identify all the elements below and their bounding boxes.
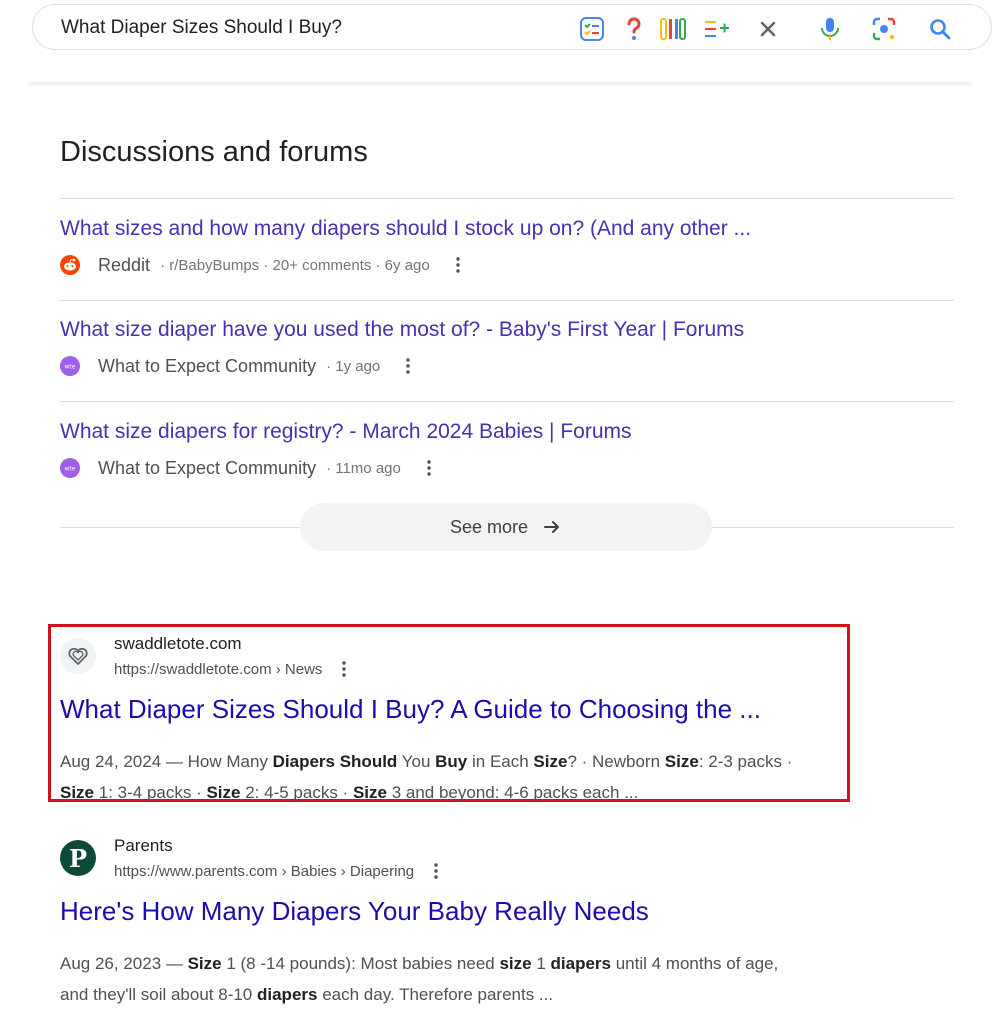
close-icon[interactable] xyxy=(755,16,781,42)
search-input[interactable] xyxy=(61,15,541,41)
snippet-keyword: Size xyxy=(60,783,95,802)
snippet-text: Aug 26, 2023 — xyxy=(60,954,188,973)
snippet-keyword: diapers xyxy=(550,954,611,973)
section-title: Discussions and forums xyxy=(60,136,368,168)
snippet-line: and they'll soil about 8-10 diapers each… xyxy=(60,979,860,1010)
site-name: Parents xyxy=(114,836,173,855)
snippet-text: 1: 3-4 packs · xyxy=(94,783,207,802)
snippet-text: in Each xyxy=(467,752,534,771)
site-url-text: https://www.parents.com › Babies › Diape… xyxy=(114,862,415,880)
forum-meta: wte What to Expect Community · 11mo ago xyxy=(60,456,437,480)
search-result: P Parents https://www.parents.com › Babi… xyxy=(60,836,960,1004)
snippet-keyword: Diapers Should xyxy=(272,752,398,771)
snippet-text: 1 (8 -14 pounds): Most babies need xyxy=(221,954,500,973)
snippet-text: each day. Therefore parents ... xyxy=(317,985,554,1004)
snippet-keyword: Size xyxy=(664,752,699,771)
result-snippet: Aug 24, 2024 — How Many Diapers Should Y… xyxy=(60,746,860,808)
compare-icon[interactable] xyxy=(659,16,686,42)
search-icon[interactable] xyxy=(927,16,953,42)
result-snippet: Aug 26, 2023 — Size 1 (8 -14 pounds): Mo… xyxy=(60,948,860,1010)
source-meta: · 1y ago xyxy=(326,357,381,375)
more-options-icon[interactable] xyxy=(421,457,437,479)
parents-logo-icon: P xyxy=(60,840,96,876)
what-to-expect-icon: wte xyxy=(60,356,80,376)
forum-item: What size diaper have you used the most … xyxy=(60,318,954,408)
snippet-keyword: Size xyxy=(187,954,222,973)
snippet-keyword: diapers xyxy=(257,985,318,1004)
snippet-keyword: size xyxy=(499,954,532,973)
arrow-right-icon xyxy=(542,517,562,537)
snippet-text: 2: 4-5 packs · xyxy=(240,783,353,802)
source-meta: · 11mo ago xyxy=(326,459,401,477)
lens-icon[interactable] xyxy=(871,16,897,42)
question-icon[interactable] xyxy=(621,16,647,42)
forum-meta: Reddit · r/BabyBumps · 20+ comments · 6y… xyxy=(60,253,466,277)
divider xyxy=(60,300,954,301)
forum-link[interactable]: What size diapers for registry? - March … xyxy=(60,420,632,444)
snippet-text: 3 and beyond: 4-6 packs each ... xyxy=(386,783,639,802)
source-meta: · r/BabyBumps · 20+ comments · 6y ago xyxy=(160,256,430,274)
snippet-text: 1 xyxy=(531,954,551,973)
snippet-text: ? · Newborn xyxy=(567,752,665,771)
site-url: https://swaddletote.com › News xyxy=(114,658,352,680)
divider xyxy=(60,198,954,199)
snippet-line: Aug 24, 2024 — How Many Diapers Should Y… xyxy=(60,746,860,777)
snippet-text: and they'll soil about 8-10 xyxy=(60,985,257,1004)
see-more-button[interactable]: See more xyxy=(300,503,712,551)
reddit-icon xyxy=(60,255,80,275)
snippet-line: Size 1: 3-4 packs · Size 2: 4-5 packs · … xyxy=(60,777,860,808)
snippet-text: : 2-3 packs · xyxy=(698,752,793,771)
snippet-keyword: Size xyxy=(533,752,568,771)
search-result: swaddletote.com https://swaddletote.com … xyxy=(60,634,960,802)
microphone-icon[interactable] xyxy=(817,16,843,42)
site-name: swaddletote.com xyxy=(114,634,242,653)
snippet-keyword: Size xyxy=(206,783,241,802)
snippet-text: Aug 24, 2024 — How Many xyxy=(60,752,273,771)
svg-text:wte: wte xyxy=(65,466,76,473)
snippet-text: until 4 months of age, xyxy=(611,954,779,973)
swaddletote-icon xyxy=(60,638,96,674)
svg-text:wte: wte xyxy=(65,364,76,371)
what-to-expect-icon: wte xyxy=(60,458,80,478)
result-title-link[interactable]: What Diaper Sizes Should I Buy? A Guide … xyxy=(60,694,761,725)
source-name: What to Expect Community xyxy=(98,457,317,478)
divider xyxy=(60,401,954,402)
forum-meta: wte What to Expect Community · 1y ago xyxy=(60,354,416,378)
see-more-label: See more xyxy=(449,516,529,537)
add-list-icon[interactable] xyxy=(703,16,729,42)
snippet-line: Aug 26, 2023 — Size 1 (8 -14 pounds): Mo… xyxy=(60,948,860,979)
more-options-icon[interactable] xyxy=(450,254,466,276)
snippet-text: You xyxy=(397,752,436,771)
more-options-icon[interactable] xyxy=(400,355,416,377)
search-bar xyxy=(32,4,992,50)
forum-link[interactable]: What size diaper have you used the most … xyxy=(60,318,744,342)
site-url: https://www.parents.com › Babies › Diape… xyxy=(114,860,444,882)
forum-item: What sizes and how many diapers should I… xyxy=(60,217,954,307)
result-title-link[interactable]: Here's How Many Diapers Your Baby Really… xyxy=(60,896,649,927)
more-options-icon[interactable] xyxy=(336,658,352,680)
snippet-keyword: Size xyxy=(352,783,387,802)
header-shadow xyxy=(28,82,972,86)
more-options-icon[interactable] xyxy=(428,860,444,882)
snippet-keyword: Buy xyxy=(435,752,468,771)
site-url-text: https://swaddletote.com › News xyxy=(114,660,323,678)
source-name: What to Expect Community xyxy=(98,355,317,376)
checklist-icon[interactable] xyxy=(579,16,605,42)
forum-item: What size diapers for registry? - March … xyxy=(60,420,954,510)
forum-link[interactable]: What sizes and how many diapers should I… xyxy=(60,217,751,241)
source-name: Reddit xyxy=(98,254,151,275)
